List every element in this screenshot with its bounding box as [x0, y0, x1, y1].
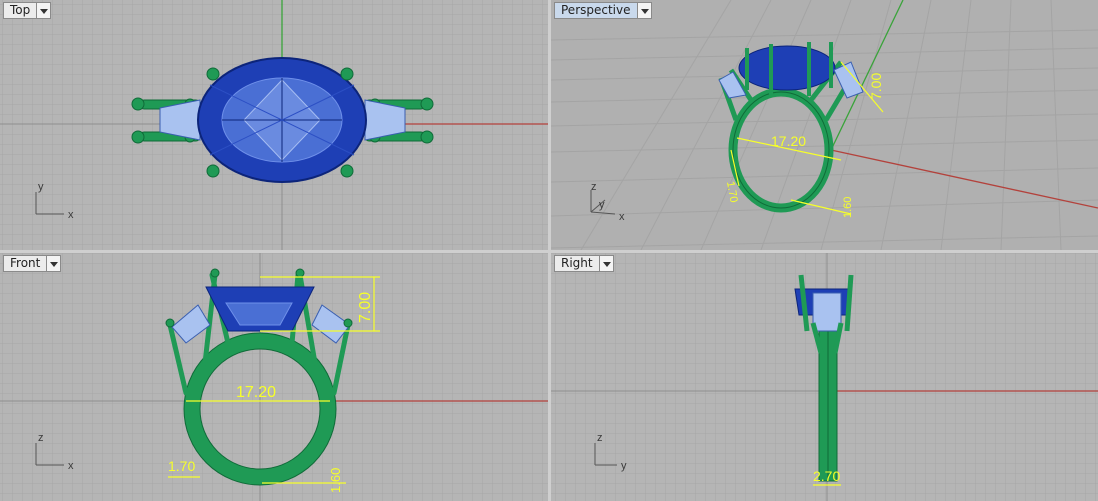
axis-x-label: x: [68, 209, 74, 221]
viewport-right-canvas[interactable]: 2.70 z y: [551, 253, 1098, 501]
tab-front[interactable]: Front: [3, 255, 62, 272]
tab-top-label: Top: [10, 3, 31, 17]
tab-right-label: Right: [561, 256, 593, 270]
tab-top[interactable]: Top: [3, 2, 52, 19]
tab-right[interactable]: Right: [554, 255, 614, 272]
viewport-front-canvas[interactable]: 17.20 7.00 1.70 1.60 z x: [0, 253, 548, 501]
chevron-down-icon[interactable]: [46, 256, 61, 271]
viewport-front[interactable]: 17.20 7.00 1.70 1.60 z x Front: [0, 253, 548, 501]
dimension-band-bottom-label: 1.60: [328, 468, 343, 493]
dimension-band-side-label: 1.70: [168, 458, 195, 474]
dimension-width-label: 17.20: [236, 384, 276, 401]
tab-perspective-label: Perspective: [561, 3, 631, 17]
axis-z-label: z: [591, 181, 597, 193]
viewport-perspective-canvas[interactable]: 17.20 7.00 1.70 1.60 z y x: [551, 0, 1098, 250]
axis-x-label: x: [619, 211, 625, 223]
axis-x-label: x: [68, 460, 74, 472]
chevron-down-icon[interactable]: [636, 3, 651, 18]
axis-z-label: z: [597, 432, 603, 444]
dimension-band-width-label: 2.70: [813, 468, 840, 484]
axis-gizmo: z y x: [590, 181, 625, 223]
chevron-down-icon[interactable]: [36, 3, 51, 18]
tab-front-label: Front: [10, 256, 41, 270]
axis-y-label: y: [621, 460, 627, 472]
viewport-right[interactable]: 2.70 z y Right: [551, 253, 1098, 501]
dimension-width-label: 17.20: [771, 133, 806, 149]
dimension-height-label: 7.00: [868, 73, 884, 100]
viewport-top[interactable]: y x Top: [0, 0, 548, 250]
chevron-down-icon[interactable]: [598, 256, 613, 271]
tab-perspective[interactable]: Perspective: [554, 2, 652, 19]
axis-z-label: z: [38, 432, 44, 444]
ring-perspective-view: [718, 42, 864, 213]
dimension-band-side-label: 1.70: [724, 180, 740, 203]
axis-y-label: y: [38, 181, 44, 193]
axis-y-label: y: [599, 199, 605, 211]
viewport-top-canvas[interactable]: y x: [0, 0, 548, 250]
dimension-height-label: 7.00: [357, 292, 374, 323]
viewport-perspective[interactable]: 17.20 7.00 1.70 1.60 z y x Perspective: [551, 0, 1098, 250]
dimension-band-bottom-label: 1.60: [842, 197, 854, 218]
